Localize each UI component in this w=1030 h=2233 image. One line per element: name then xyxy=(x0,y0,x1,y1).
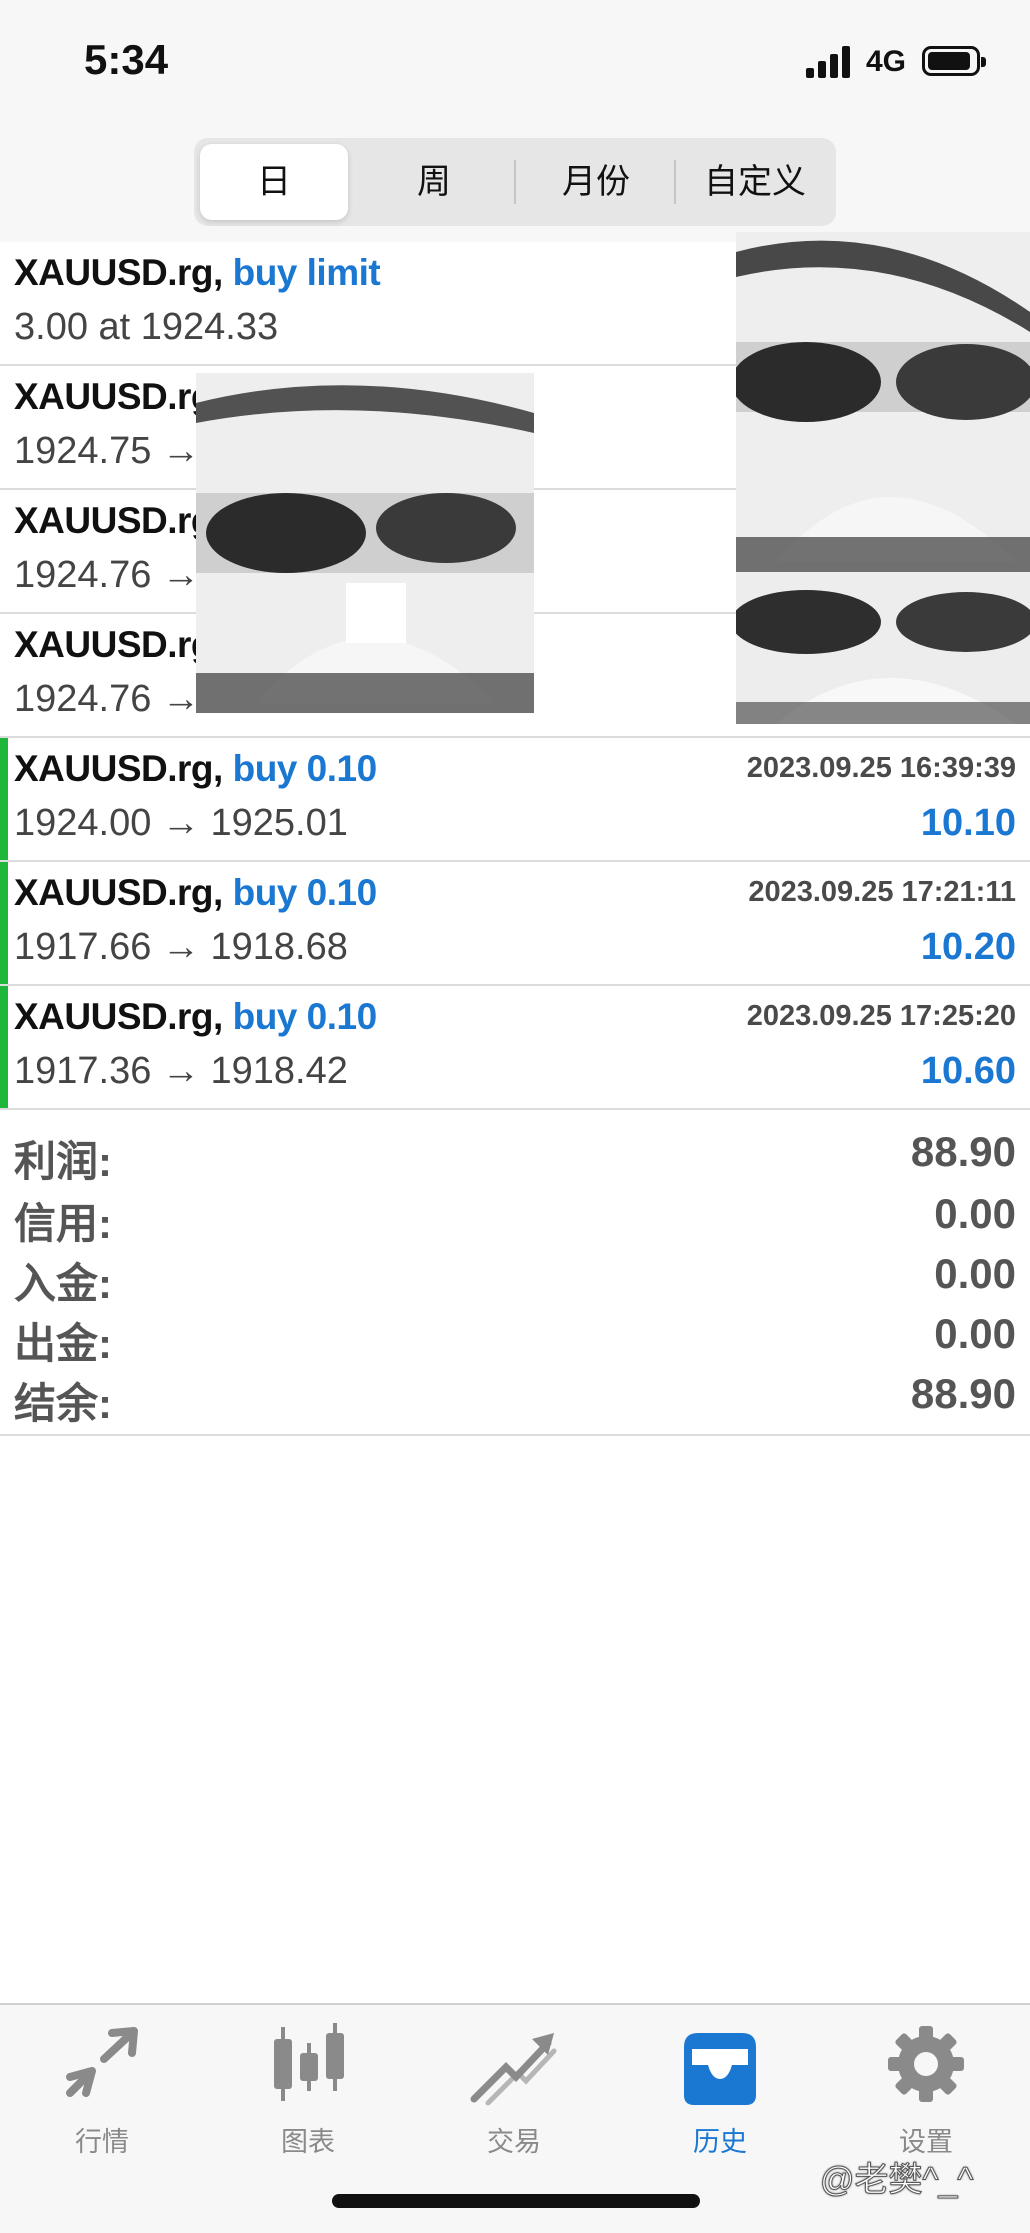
segment-divider xyxy=(514,160,516,204)
history-row[interactable]: XAUUSD.rg, buy 0.10 2023.09.25 17:21:11 … xyxy=(0,862,1030,986)
row-price: 1924.76 → xyxy=(14,554,200,596)
gear-icon xyxy=(888,2026,964,2102)
summary-balance-label: 结余: xyxy=(14,1380,112,1427)
row-profit: 10.60 xyxy=(920,1050,1016,1092)
row-price: 1917.36 → 1918.42 xyxy=(14,1050,348,1092)
row-date: 2023.09.25 17:21:11 xyxy=(748,876,1016,908)
period-segmented-control: 日 周 月份 自定义 xyxy=(194,138,836,226)
row-symbol: XAUUSD.rg, buy 0.10 xyxy=(14,872,377,913)
row-symbol: XAUUSD.rg xyxy=(14,500,214,541)
row-symbol: XAUUSD.rg, buy 0.10 xyxy=(14,996,377,1037)
summary-profit-value: 88.90 xyxy=(910,1128,1016,1175)
row-symbol: XAUUSD.rg, buy limit xyxy=(14,252,381,293)
row-date: 2023.09.25 16:39:39 xyxy=(746,752,1016,784)
account-summary: 利润: 88.90 信用: 0.00 入金: 0.00 出金: 0.00 结余:… xyxy=(0,1108,1030,1436)
home-indicator[interactable] xyxy=(332,2194,700,2208)
censor-sticker-image xyxy=(736,572,1030,724)
summary-withdraw-label: 出金: xyxy=(14,1320,112,1367)
tab-settings[interactable]: 设置 xyxy=(856,2019,996,2159)
row-symbol: XAUUSD.rg xyxy=(14,624,214,665)
row-profit: 10.20 xyxy=(920,926,1016,968)
period-custom-tab[interactable]: 自定义 xyxy=(680,144,830,220)
row-date: 2023.09.25 17:25:20 xyxy=(746,1000,1016,1032)
trade-chart-icon xyxy=(470,2033,557,2106)
tab-label: 行情 xyxy=(75,2127,129,2157)
tab-quotes[interactable]: 行情 xyxy=(32,2019,172,2159)
row-price: 1924.76 → xyxy=(14,678,200,720)
network-type: 4G xyxy=(866,45,907,78)
tab-label: 图表 xyxy=(281,2127,335,2157)
row-price: 1917.66 → 1918.68 xyxy=(14,926,348,968)
status-bar: 5:34 4G xyxy=(0,0,1030,130)
segment-divider xyxy=(674,160,676,204)
summary-credit-label: 信用: xyxy=(14,1200,112,1247)
row-price: 3.00 at 1924.33 xyxy=(14,306,279,348)
candlestick-chart-icon xyxy=(274,2023,344,2101)
summary-profit-label: 利润: xyxy=(14,1138,112,1185)
summary-balance-value: 88.90 xyxy=(910,1370,1016,1417)
row-profit: 10.10 xyxy=(920,802,1016,844)
history-row[interactable]: XAUUSD.rg, buy 0.10 2023.09.25 16:39:39 … xyxy=(0,738,1030,862)
tab-history[interactable]: 历史 xyxy=(650,2019,790,2159)
row-symbol: XAUUSD.rg, buy 0.10 xyxy=(14,748,377,789)
tab-chart[interactable]: 图表 xyxy=(238,2019,378,2159)
period-week-tab[interactable]: 周 xyxy=(360,144,508,220)
summary-withdraw-value: 0.00 xyxy=(934,1310,1016,1357)
period-month-tab[interactable]: 月份 xyxy=(522,144,670,220)
period-day-tab[interactable]: 日 xyxy=(200,144,348,220)
row-price: 1924.00 → 1925.01 xyxy=(14,802,348,844)
signal-icon xyxy=(806,46,854,78)
summary-credit-value: 0.00 xyxy=(934,1190,1016,1237)
history-inbox-icon xyxy=(684,2033,756,2105)
status-time: 5:34 xyxy=(84,36,169,83)
tab-label: 交易 xyxy=(487,2127,541,2157)
battery-icon xyxy=(922,46,986,76)
summary-deposit-label: 入金: xyxy=(14,1260,112,1307)
quotes-arrows-icon xyxy=(66,2027,138,2097)
summary-deposit-value: 0.00 xyxy=(934,1250,1016,1297)
row-symbol: XAUUSD.rg xyxy=(14,376,214,417)
censor-sticker-image xyxy=(196,373,534,713)
tab-trade[interactable]: 交易 xyxy=(444,2019,584,2159)
period-header: 日 周 月份 自定义 xyxy=(0,130,1030,244)
censor-sticker-image xyxy=(736,232,1030,572)
tab-label: 历史 xyxy=(693,2127,747,2157)
row-price: 1924.75 → xyxy=(14,430,200,472)
watermark-text: @老樊^_^ xyxy=(819,2161,974,2200)
history-row[interactable]: XAUUSD.rg, buy 0.10 2023.09.25 17:25:20 … xyxy=(0,986,1030,1110)
